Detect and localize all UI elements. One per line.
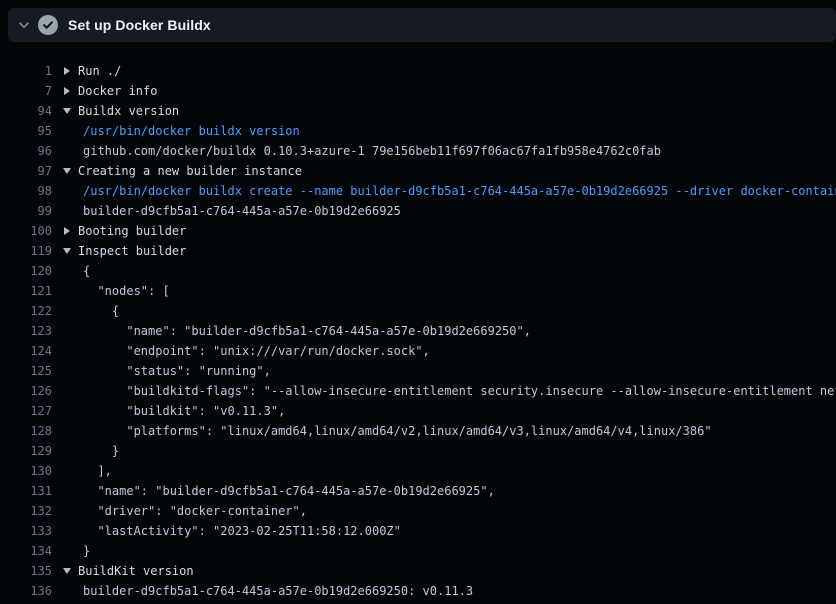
line-text: Inspect builder	[78, 241, 186, 261]
line-number[interactable]: 96	[0, 141, 52, 161]
log-line-group[interactable]: 100 Booting builder	[0, 221, 836, 241]
check-circle-icon	[38, 15, 58, 35]
line-text: {	[83, 261, 90, 281]
line-number[interactable]: 133	[0, 521, 52, 541]
line-text: Docker info	[78, 81, 157, 101]
line-number[interactable]: 97	[0, 161, 52, 181]
line-text: BuildKit version	[78, 561, 194, 581]
log-line-group[interactable]: 135 BuildKit version	[0, 561, 836, 581]
triangle-right-icon	[62, 87, 72, 95]
line-number[interactable]: 134	[0, 541, 52, 561]
log-line-output: 127 "buildkit": "v0.11.3",	[0, 401, 836, 421]
log-line-group[interactable]: 7 Docker info	[0, 81, 836, 101]
line-number[interactable]: 120	[0, 261, 52, 281]
chevron-down-icon[interactable]	[16, 17, 32, 33]
line-number[interactable]: 7	[0, 81, 52, 101]
line-number[interactable]: 123	[0, 321, 52, 341]
log-line-output: 124 "endpoint": "unix:///var/run/docker.…	[0, 341, 836, 361]
log-line-group[interactable]: 1 Run ./	[0, 61, 836, 81]
line-text: /usr/bin/docker buildx version	[83, 121, 300, 141]
line-text: "name": "builder-d9cfb5a1-c764-445a-a57e…	[83, 321, 531, 341]
line-number[interactable]: 119	[0, 241, 52, 261]
line-number[interactable]: 98	[0, 181, 52, 201]
line-number[interactable]: 128	[0, 421, 52, 441]
line-text: "lastActivity": "2023-02-25T11:58:12.000…	[83, 521, 401, 541]
line-text: "buildkitd-flags": "--allow-insecure-ent…	[83, 381, 836, 401]
triangle-down-icon	[62, 248, 72, 254]
line-text: builder-d9cfb5a1-c764-445a-a57e-0b19d2e6…	[83, 201, 401, 221]
log-line-group[interactable]: 97 Creating a new builder instance	[0, 161, 836, 181]
line-number[interactable]: 130	[0, 461, 52, 481]
log-line-output: 132 "driver": "docker-container",	[0, 501, 836, 521]
log-line-command: 98/usr/bin/docker buildx create --name b…	[0, 181, 836, 201]
log-line-output: 96 github.com/docker/buildx 0.10.3+azure-…	[0, 141, 836, 161]
log-line-output: 128 "platforms": "linux/amd64,linux/amd6…	[0, 421, 836, 441]
line-text: "endpoint": "unix:///var/run/docker.sock…	[83, 341, 430, 361]
line-text: "nodes": [	[83, 281, 170, 301]
line-number[interactable]: 95	[0, 121, 52, 141]
triangle-down-icon	[62, 168, 72, 174]
step-header[interactable]: Set up Docker Buildx	[8, 8, 836, 42]
line-text: "driver": "docker-container",	[83, 501, 307, 521]
line-text: "name": "builder-d9cfb5a1-c764-445a-a57e…	[83, 481, 495, 501]
line-number[interactable]: 1	[0, 61, 52, 81]
line-text: {	[83, 301, 119, 321]
log-line-output: 121 "nodes": [	[0, 281, 836, 301]
line-text: "platforms": "linux/amd64,linux/amd64/v2…	[83, 421, 712, 441]
line-number[interactable]: 125	[0, 361, 52, 381]
line-number[interactable]: 135	[0, 561, 52, 581]
log-line-output: 133 "lastActivity": "2023-02-25T11:58:12…	[0, 521, 836, 541]
log-line-output: 120 {	[0, 261, 836, 281]
actions-log-panel: Set up Docker Buildx 1 Run ./ 7 Docker info…	[0, 0, 836, 604]
line-number[interactable]: 122	[0, 301, 52, 321]
line-number[interactable]: 99	[0, 201, 52, 221]
line-number[interactable]: 127	[0, 401, 52, 421]
line-text: "buildkit": "v0.11.3",	[83, 401, 285, 421]
triangle-right-icon	[62, 67, 72, 75]
line-text: }	[83, 541, 90, 561]
line-number[interactable]: 129	[0, 441, 52, 461]
line-text: Booting builder	[78, 221, 186, 241]
triangle-right-icon	[62, 227, 72, 235]
log-line-output: 125 "status": "running",	[0, 361, 836, 381]
log-line-output: 126 "buildkitd-flags": "--allow-insecure…	[0, 381, 836, 401]
log-line-output: 136 builder-d9cfb5a1-c764-445a-a57e-0b19d…	[0, 581, 836, 601]
log-line-output: 123 "name": "builder-d9cfb5a1-c764-445a-…	[0, 321, 836, 341]
line-text: Creating a new builder instance	[78, 161, 302, 181]
log-line-output: 99 builder-d9cfb5a1-c764-445a-a57e-0b19d2…	[0, 201, 836, 221]
step-title: Set up Docker Buildx	[68, 17, 211, 33]
line-number[interactable]: 131	[0, 481, 52, 501]
triangle-down-icon	[62, 568, 72, 574]
log-line-command: 95/usr/bin/docker buildx version	[0, 121, 836, 141]
line-text: ],	[83, 461, 112, 481]
line-text: /usr/bin/docker buildx create --name bui…	[83, 181, 836, 201]
triangle-down-icon	[62, 108, 72, 114]
log-line-output: 122 {	[0, 301, 836, 321]
line-number[interactable]: 121	[0, 281, 52, 301]
log-line-group[interactable]: 119 Inspect builder	[0, 241, 836, 261]
line-number[interactable]: 100	[0, 221, 52, 241]
line-text: github.com/docker/buildx 0.10.3+azure-1 …	[83, 141, 661, 161]
line-text: Buildx version	[78, 101, 179, 121]
line-number[interactable]: 136	[0, 581, 52, 601]
line-number[interactable]: 132	[0, 501, 52, 521]
line-number[interactable]: 126	[0, 381, 52, 401]
log-container: 1Run ./7Docker info94Buildx version95/us…	[0, 42, 836, 601]
log-line-output: 129 }	[0, 441, 836, 461]
log-line-output: 130 ],	[0, 461, 836, 481]
line-text: "status": "running",	[83, 361, 271, 381]
line-text: Run ./	[78, 61, 121, 81]
line-text: builder-d9cfb5a1-c764-445a-a57e-0b19d2e6…	[83, 581, 473, 601]
line-number[interactable]: 94	[0, 101, 52, 121]
log-line-output: 131 "name": "builder-d9cfb5a1-c764-445a-…	[0, 481, 836, 501]
log-line-output: 134}	[0, 541, 836, 561]
line-number[interactable]: 124	[0, 341, 52, 361]
line-text: }	[83, 441, 119, 461]
log-line-group[interactable]: 94 Buildx version	[0, 101, 836, 121]
